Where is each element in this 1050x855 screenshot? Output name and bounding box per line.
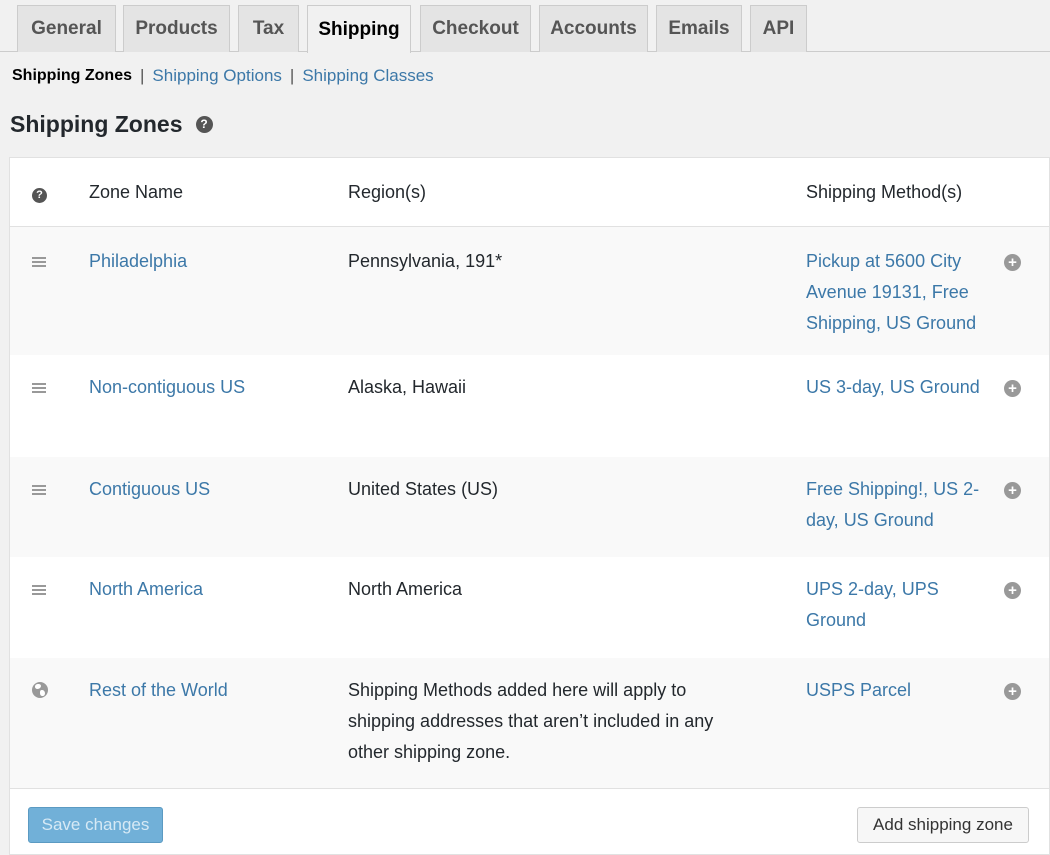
table-row: Contiguous US United States (US) Free Sh… <box>10 457 1049 557</box>
add-method-icon[interactable]: + <box>1004 254 1021 271</box>
table-row: Rest of the World Shipping Methods added… <box>10 658 1049 788</box>
subnav-separator: | <box>140 66 145 85</box>
shipping-zones-table: ? Zone Name Region(s) Shipping Method(s)… <box>9 157 1050 855</box>
add-method-icon[interactable]: + <box>1004 582 1021 599</box>
tab-emails[interactable]: Emails <box>656 5 742 52</box>
zone-methods-link[interactable]: Free Shipping!, US 2-day, US Ground <box>806 474 991 536</box>
zone-methods-link[interactable]: Pickup at 5600 City Avenue 19131, Free S… <box>806 246 991 339</box>
zone-region: Shipping Methods added here will apply t… <box>348 680 714 762</box>
column-header-shipping-methods: Shipping Method(s) <box>806 182 963 202</box>
add-method-icon[interactable]: + <box>1004 482 1021 499</box>
zone-region: Pennsylvania, 191* <box>348 251 503 271</box>
drag-handle-icon[interactable] <box>32 485 46 495</box>
tab-general[interactable]: General <box>17 5 116 52</box>
subnav-shipping-zones: Shipping Zones <box>12 67 132 84</box>
settings-tab-bar: General Products Tax Shipping Checkout A… <box>0 0 1050 53</box>
zone-name-link[interactable]: Non-contiguous US <box>89 372 329 403</box>
drag-handle-icon[interactable] <box>32 585 46 595</box>
help-icon[interactable]: ? <box>32 188 47 203</box>
table-row: Philadelphia Pennsylvania, 191* Pickup a… <box>10 227 1049 355</box>
subnav-separator: | <box>289 66 295 85</box>
tab-products[interactable]: Products <box>123 5 230 52</box>
table-row: North America North America UPS 2-day, U… <box>10 557 1049 658</box>
add-shipping-zone-button[interactable]: Add shipping zone <box>857 807 1029 843</box>
tab-tax[interactable]: Tax <box>238 5 299 52</box>
page-title: Shipping Zones <box>10 110 183 137</box>
page-heading: Shipping Zones ? <box>10 108 213 140</box>
drag-handle-icon[interactable] <box>32 257 46 267</box>
subnav-shipping-classes[interactable]: Shipping Classes <box>302 66 433 86</box>
tab-api[interactable]: API <box>750 5 807 52</box>
globe-icon <box>32 682 48 698</box>
table-footer: Save changes Add shipping zone <box>10 788 1049 854</box>
save-changes-button[interactable]: Save changes <box>28 807 163 843</box>
zone-region: North America <box>348 579 463 599</box>
tab-accounts[interactable]: Accounts <box>539 5 648 52</box>
zone-methods-link[interactable]: US 3-day, US Ground <box>806 372 991 403</box>
column-header-regions: Region(s) <box>348 182 427 202</box>
zone-methods-link[interactable]: USPS Parcel <box>806 675 991 706</box>
shipping-subnav: Shipping Zones | Shipping Options | Ship… <box>12 64 434 88</box>
zone-region: United States (US) <box>348 479 499 499</box>
add-method-icon[interactable]: + <box>1004 380 1021 397</box>
zone-region: Alaska, Hawaii <box>348 377 467 397</box>
drag-handle-icon[interactable] <box>32 383 46 393</box>
column-header-zone-name: Zone Name <box>89 182 184 202</box>
zone-methods-link[interactable]: UPS 2-day, UPS Ground <box>806 574 991 636</box>
zone-name-link[interactable]: North America <box>89 574 329 605</box>
add-method-icon[interactable]: + <box>1004 683 1021 700</box>
zone-name-link[interactable]: Philadelphia <box>89 246 329 277</box>
subnav-shipping-options[interactable]: Shipping Options <box>152 66 281 86</box>
table-header-row: ? Zone Name Region(s) Shipping Method(s) <box>10 158 1049 227</box>
zone-name-link[interactable]: Contiguous US <box>89 474 329 505</box>
tab-shipping[interactable]: Shipping <box>307 5 411 53</box>
help-icon[interactable]: ? <box>195 115 213 133</box>
tab-checkout[interactable]: Checkout <box>420 5 531 52</box>
table-row: Non-contiguous US Alaska, Hawaii US 3-da… <box>10 355 1049 457</box>
zone-name-link[interactable]: Rest of the World <box>89 675 329 706</box>
